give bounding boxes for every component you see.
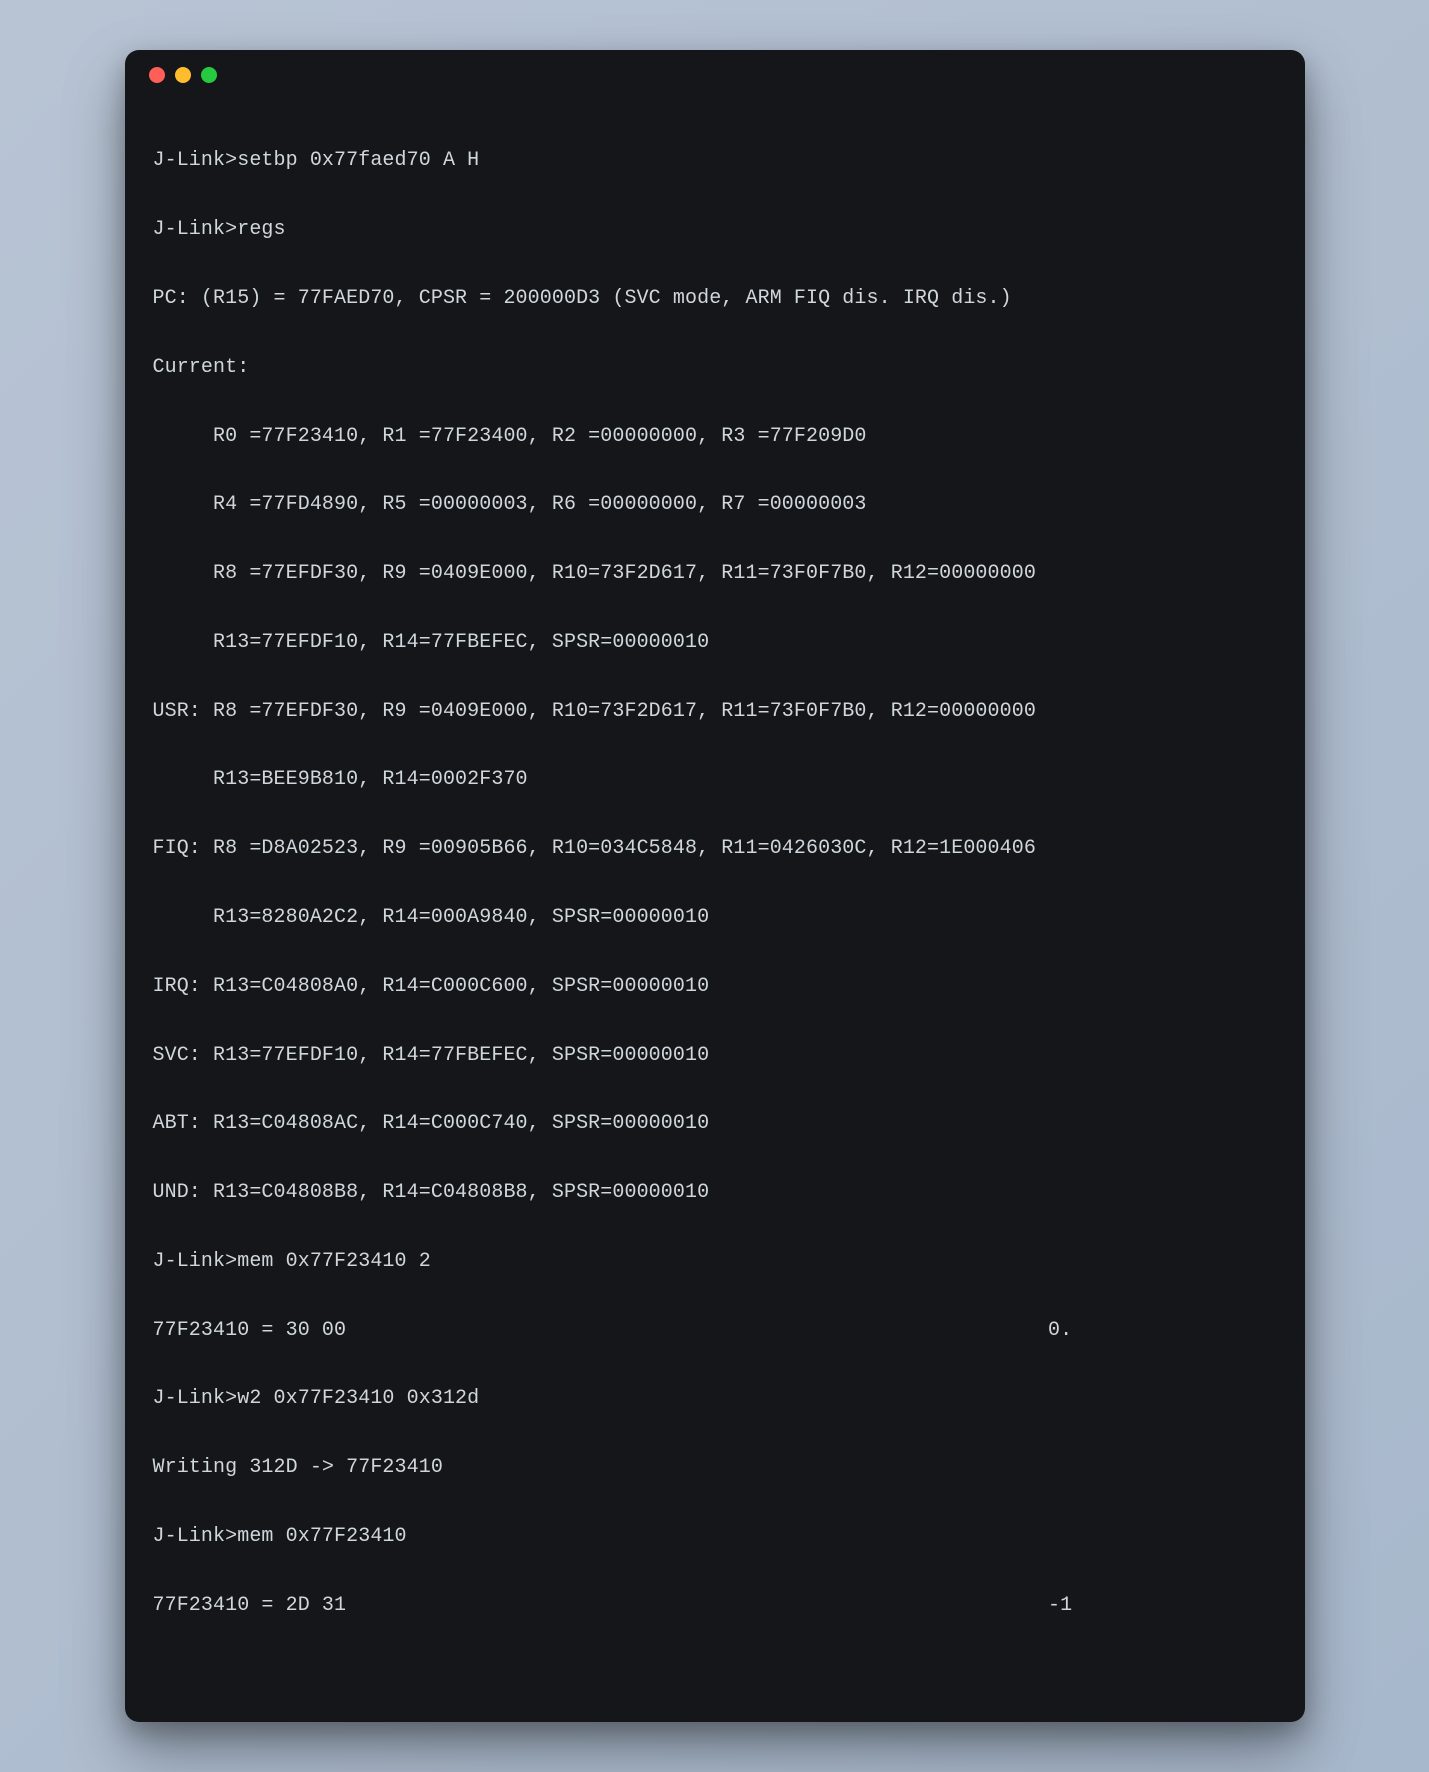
terminal-line: R4 =77FD4890, R5 =00000003, R6 =00000000… — [153, 488, 1277, 522]
terminal-line: R13=BEE9B810, R14=0002F370 — [153, 763, 1277, 797]
terminal-line: PC: (R15) = 77FAED70, CPSR = 200000D3 (S… — [153, 282, 1277, 316]
terminal-line: R0 =77F23410, R1 =77F23400, R2 =00000000… — [153, 420, 1277, 454]
terminal-line: J-Link>mem 0x77F23410 — [153, 1520, 1277, 1554]
terminal-line: J-Link>setbp 0x77faed70 A H — [153, 144, 1277, 178]
terminal-line: J-Link>regs — [153, 213, 1277, 247]
terminal-line: R13=8280A2C2, R14=000A9840, SPSR=0000001… — [153, 901, 1277, 935]
terminal-line: 77F23410 = 30 00 0. — [153, 1314, 1277, 1348]
terminal-line: J-Link>w2 0x77F23410 0x312d — [153, 1382, 1277, 1416]
terminal-line: ABT: R13=C04808AC, R14=C000C740, SPSR=00… — [153, 1107, 1277, 1141]
maximize-button[interactable] — [201, 67, 217, 83]
window-titlebar — [125, 50, 1305, 100]
terminal-line: FIQ: R8 =D8A02523, R9 =00905B66, R10=034… — [153, 832, 1277, 866]
terminal-output[interactable]: J-Link>setbp 0x77faed70 A H J-Link>regs … — [125, 100, 1305, 1722]
close-button[interactable] — [149, 67, 165, 83]
terminal-line: Writing 312D -> 77F23410 — [153, 1451, 1277, 1485]
terminal-line: USR: R8 =77EFDF30, R9 =0409E000, R10=73F… — [153, 695, 1277, 729]
terminal-line: J-Link>mem 0x77F23410 2 — [153, 1245, 1277, 1279]
terminal-line: SVC: R13=77EFDF10, R14=77FBEFEC, SPSR=00… — [153, 1039, 1277, 1073]
terminal-line: R8 =77EFDF30, R9 =0409E000, R10=73F2D617… — [153, 557, 1277, 591]
terminal-line: Current: — [153, 351, 1277, 385]
terminal-line: IRQ: R13=C04808A0, R14=C000C600, SPSR=00… — [153, 970, 1277, 1004]
minimize-button[interactable] — [175, 67, 191, 83]
terminal-line: 77F23410 = 2D 31 -1 — [153, 1589, 1277, 1623]
terminal-line: R13=77EFDF10, R14=77FBEFEC, SPSR=0000001… — [153, 626, 1277, 660]
terminal-line: UND: R13=C04808B8, R14=C04808B8, SPSR=00… — [153, 1176, 1277, 1210]
terminal-window: J-Link>setbp 0x77faed70 A H J-Link>regs … — [125, 50, 1305, 1722]
